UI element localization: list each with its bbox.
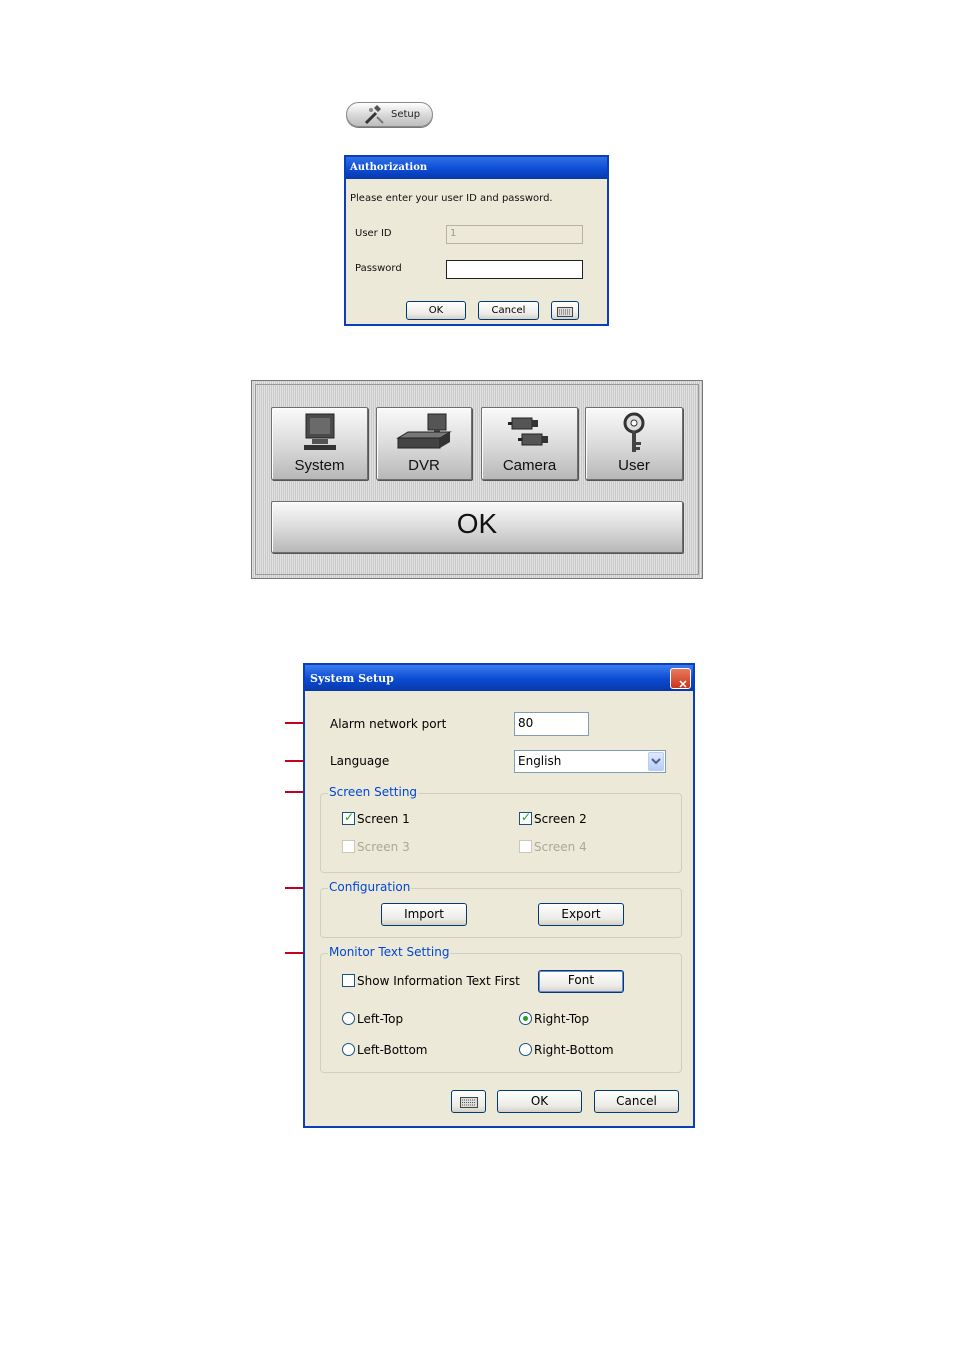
keyboard-icon <box>459 1097 478 1108</box>
configuration-title: Configuration <box>328 880 412 894</box>
checkmark-icon: ✓ <box>521 810 532 824</box>
radio-selected-icon <box>523 1016 528 1021</box>
setup-menu-panel: System DVR Camera User OK <box>251 380 703 579</box>
screen-3-checkbox[interactable] <box>342 840 355 853</box>
show-info-label: Show Information Text First <box>357 974 520 988</box>
language-value: English <box>518 754 562 768</box>
right-top-radio[interactable] <box>519 1012 532 1025</box>
language-label: Language <box>330 754 390 768</box>
auth-prompt: Please enter your user ID and password. <box>350 193 553 204</box>
keyboard-icon <box>557 307 573 317</box>
auth-keyboard-button[interactable] <box>551 301 579 320</box>
right-top-label: Right-Top <box>534 1012 590 1026</box>
left-bottom-radio[interactable] <box>342 1043 355 1056</box>
screen-2-label: Screen 2 <box>534 812 587 826</box>
system-button[interactable]: System <box>271 407 368 480</box>
show-info-checkbox[interactable] <box>342 974 355 987</box>
dropdown-button[interactable] <box>648 752 664 771</box>
auth-title: Authorization <box>350 162 428 173</box>
camera-button[interactable]: Camera <box>481 407 578 480</box>
authorization-dialog: Authorization Please enter your user ID … <box>344 155 609 326</box>
auth-cancel-button[interactable]: Cancel <box>478 301 539 320</box>
setup-label: Setup <box>391 109 421 120</box>
menu-ok-button[interactable]: OK <box>271 501 683 553</box>
dvr-icon <box>396 413 452 449</box>
auth-ok-button[interactable]: OK <box>406 301 466 320</box>
screen-setting-group <box>320 793 682 873</box>
import-button[interactable]: Import <box>381 903 467 926</box>
key-icon <box>623 412 645 452</box>
chevron-down-icon <box>651 758 661 765</box>
screen-4-checkbox[interactable] <box>519 840 532 853</box>
checkmark-icon: ✓ <box>344 810 355 824</box>
setup-button[interactable]: Setup <box>346 102 433 127</box>
password-input[interactable] <box>446 260 583 279</box>
password-label: Password <box>355 263 402 274</box>
screen-setting-title: Screen Setting <box>328 785 419 799</box>
screen-1-label: Screen 1 <box>357 812 410 826</box>
left-top-radio[interactable] <box>342 1012 355 1025</box>
screen-2-checkbox[interactable]: ✓ <box>519 810 532 825</box>
configuration-group <box>320 888 682 938</box>
language-select[interactable]: English <box>514 750 666 773</box>
camera-icon <box>507 417 548 446</box>
right-bottom-radio[interactable] <box>519 1043 532 1056</box>
auth-titlebar[interactable]: Authorization <box>346 157 607 179</box>
close-button[interactable]: ✕ <box>670 668 691 691</box>
dvr-label: DVR <box>408 457 440 474</box>
right-bottom-label: Right-Bottom <box>534 1043 614 1057</box>
screen-3-label: Screen 3 <box>357 840 410 854</box>
computer-icon <box>303 413 336 450</box>
sys-cancel-button[interactable]: Cancel <box>594 1090 679 1113</box>
left-bottom-label: Left-Bottom <box>357 1043 428 1057</box>
sys-ok-button[interactable]: OK <box>497 1090 582 1113</box>
close-icon: ✕ <box>678 678 688 691</box>
camera-label: Camera <box>502 457 557 474</box>
alarm-port-label: Alarm network port <box>330 717 447 731</box>
font-button[interactable]: Font <box>538 970 624 993</box>
dvr-button[interactable]: DVR <box>376 407 472 480</box>
user-button[interactable]: User <box>585 407 683 480</box>
system-setup-dialog: System Setup ✕ Alarm network port 80 Lan… <box>303 663 695 1128</box>
menu-ok-label: OK <box>456 508 498 539</box>
screen-1-checkbox[interactable]: ✓ <box>342 810 355 825</box>
system-label: System <box>294 457 345 474</box>
sys-titlebar[interactable]: System Setup ✕ <box>305 665 693 691</box>
alarm-port-input[interactable]: 80 <box>514 712 589 736</box>
sys-keyboard-button[interactable] <box>451 1090 486 1113</box>
left-top-label: Left-Top <box>357 1012 404 1026</box>
monitor-text-title: Monitor Text Setting <box>328 945 451 959</box>
export-button[interactable]: Export <box>538 903 624 926</box>
user-label: User <box>618 457 650 474</box>
tools-icon <box>364 105 384 125</box>
screen-4-label: Screen 4 <box>534 840 587 854</box>
sys-title: System Setup <box>310 672 394 685</box>
user-id-label: User ID <box>355 228 392 239</box>
user-id-input[interactable]: 1 <box>446 225 583 244</box>
